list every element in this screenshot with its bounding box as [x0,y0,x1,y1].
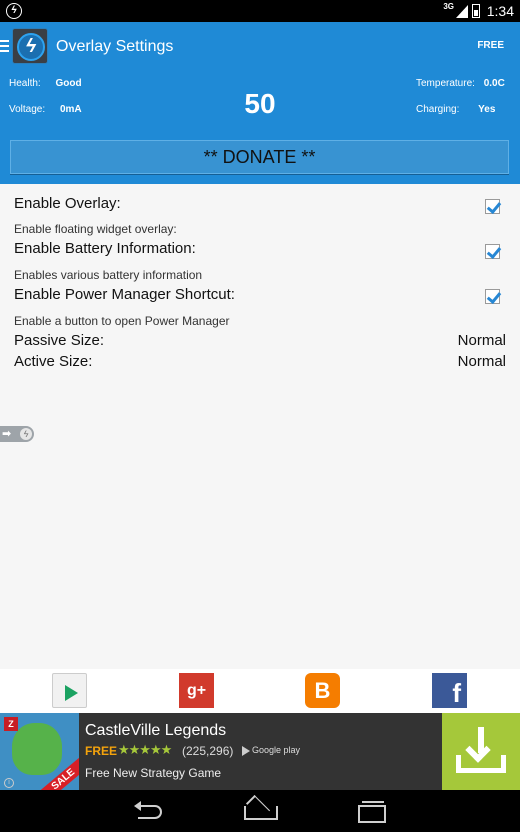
app-header: ϟ Overlay Settings FREE Health: Good Vol… [0,22,520,184]
enable-overlay-checkbox[interactable] [485,199,500,214]
rating-stars: ★★★★★ [118,742,172,757]
ad-thumbnail[interactable]: Z SALE i [0,713,79,790]
clock: 1:34 [486,3,514,19]
enable-power-shortcut-subtitle: Enable a button to open Power Manager [14,314,230,328]
review-count: (225,296) [182,744,234,758]
back-icon[interactable] [120,790,180,832]
page-title: Overlay Settings [56,38,174,55]
ad-banner[interactable]: Z SALE i CastleVille Legends FREE ★★★★★ … [0,713,520,790]
floating-overlay-handle[interactable]: ➡ ϟ [0,426,34,442]
ad-price: FREE [85,744,118,758]
passive-size-title[interactable]: Passive Size: [14,332,104,349]
enable-power-shortcut-checkbox[interactable] [485,289,500,304]
app-logo[interactable]: ϟ [12,28,48,64]
ad-title[interactable]: CastleVille Legends [85,722,226,740]
menu-icon[interactable] [0,40,9,52]
enable-overlay-subtitle: Enable floating widget overlay: [14,222,177,236]
play-triangle-icon [242,745,250,756]
lightning-bolt-icon: ϟ [20,428,32,440]
battery-icon [472,4,480,18]
facebook-icon[interactable]: f [432,673,467,708]
ad-description: Free New Strategy Game [85,766,222,780]
passive-size-value[interactable]: Normal [458,332,506,349]
donate-button[interactable]: ** DONATE ** [10,140,509,174]
enable-power-shortcut-title[interactable]: Enable Power Manager Shortcut: [14,286,235,303]
enable-battery-info-checkbox[interactable] [485,244,500,259]
enable-overlay-title[interactable]: Enable Overlay: [14,195,121,212]
status-bar: ϟ 3G 1:34 [0,0,520,22]
publisher-logo: Z [4,717,18,731]
google-play-text: Google play [252,745,301,755]
enable-battery-info-subtitle: Enables various battery information [14,268,203,282]
share-bar: g+ B f [0,669,520,713]
system-nav-bar [0,790,520,832]
blogger-icon[interactable]: B [305,673,340,708]
active-size-title[interactable]: Active Size: [14,353,92,370]
home-icon[interactable] [230,790,290,832]
recent-apps-icon[interactable] [340,790,400,832]
info-icon[interactable]: i [4,778,14,788]
download-button[interactable] [442,713,520,790]
network-type: 3G [443,2,454,11]
enable-battery-info-title[interactable]: Enable Battery Information: [14,240,196,257]
signal-icon [456,5,468,18]
active-size-value[interactable]: Normal [458,353,506,370]
google-plus-icon[interactable]: g+ [179,673,214,708]
play-store-icon[interactable] [52,673,87,708]
download-tray-icon [456,755,506,773]
google-play-badge: Google play [242,745,300,756]
battery-app-notification-icon: ϟ [6,3,22,19]
lightning-bolt-icon: ϟ [17,33,45,61]
arrow-right-icon: ➡ [2,428,12,440]
battery-level: 50 [244,88,276,119]
dragon-image [12,723,62,775]
free-badge[interactable]: FREE [477,40,504,51]
